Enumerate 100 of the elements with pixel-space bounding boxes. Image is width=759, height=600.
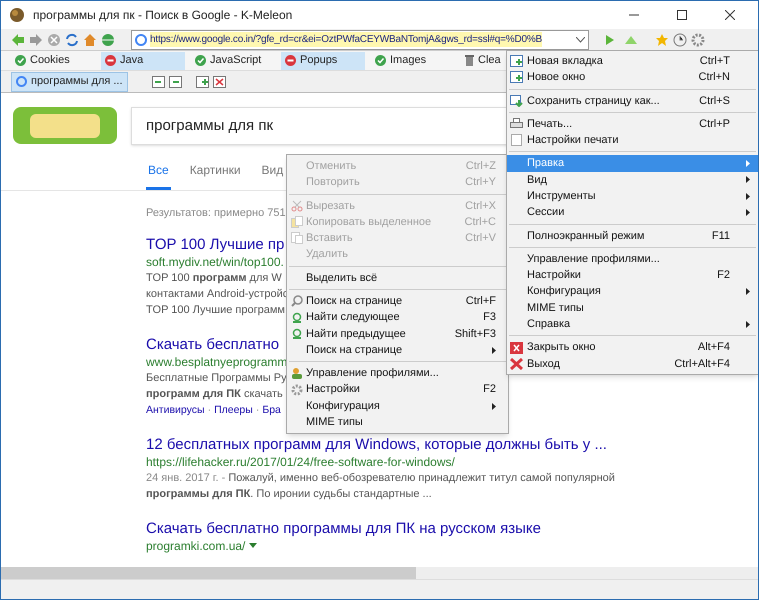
- result-snippet: программы для ПК. По иронии судьбы стандартные ...: [146, 486, 432, 502]
- chevron-down-icon[interactable]: [576, 36, 585, 42]
- result-url: programki.com.ua/: [146, 538, 246, 554]
- check-icon: [15, 55, 26, 66]
- menu-item[interactable]: Управление профилями...: [287, 365, 508, 382]
- separator-dot: ·: [208, 402, 212, 418]
- separator-dot: ·: [256, 402, 260, 418]
- menu-item[interactable]: Найти следующее F3: [287, 309, 508, 326]
- globe-icon[interactable]: [101, 32, 115, 46]
- result-url: https://lifehacker.ru/2017/01/24/free-software-for-windows/: [146, 454, 455, 470]
- permission-toggle[interactable]: Images: [371, 52, 455, 70]
- address-field[interactable]: https://www.google.co.in/?gfe_rd=cr&ei=OztPWfaCEYWBaNTomjA&gws_rd=ssl#q=%D0%B: [131, 30, 589, 50]
- page-icon: [510, 134, 523, 146]
- check-icon: [375, 55, 386, 66]
- menu-item[interactable]: Конфигурация: [507, 284, 758, 300]
- star-icon[interactable]: [655, 32, 669, 46]
- menu-item[interactable]: Настройки F2: [507, 267, 758, 284]
- check-icon: [195, 55, 206, 66]
- result-title-link[interactable]: TOP 100 Лучшие пр: [146, 236, 284, 254]
- permission-toggle[interactable]: Popups: [281, 52, 365, 70]
- paste-icon: [291, 232, 303, 244]
- search-tab[interactable]: Вид: [260, 161, 286, 190]
- settings-icon: [291, 384, 303, 396]
- find-next-icon: [291, 312, 303, 324]
- result-title-link[interactable]: Скачать бесплатно программы для ПК на русском языке: [146, 520, 541, 538]
- new-window-icon: [510, 71, 523, 84]
- menu-item[interactable]: Выделить всё: [287, 270, 508, 286]
- permission-toggle[interactable]: JavaScript: [191, 52, 275, 70]
- copy-icon: [291, 216, 303, 228]
- result-snippet: Бесплатные Программы Ру: [146, 370, 287, 386]
- browser-logo-icon: [9, 7, 25, 23]
- permission-toggle[interactable]: Java: [101, 52, 185, 70]
- close-window-icon[interactable]: [212, 76, 226, 88]
- clear-button[interactable]: Clea: [461, 52, 505, 70]
- menu-item[interactable]: MIME типы: [507, 300, 758, 316]
- home-icon[interactable]: [83, 32, 97, 46]
- search-icon: [291, 295, 303, 308]
- cross-icon: [510, 358, 523, 370]
- close-icon: [725, 10, 735, 20]
- sitelink[interactable]: Бра: [262, 402, 281, 418]
- maximize-icon: [677, 10, 687, 20]
- submenu-arrow-icon: [746, 160, 750, 168]
- permission-toggle[interactable]: Cookies: [11, 52, 95, 70]
- menu-item[interactable]: Найти предыдущее Shift+F3: [287, 326, 508, 342]
- blocked-icon: [105, 55, 116, 66]
- menu-item[interactable]: Сессии: [507, 204, 758, 221]
- sitelink[interactable]: Антивирусы: [146, 402, 205, 418]
- menu-item[interactable]: Вид: [507, 172, 758, 188]
- menu-item[interactable]: Поиск на странице Ctrl+F: [287, 293, 508, 310]
- submenu-arrow-icon: [746, 288, 750, 296]
- menu-item[interactable]: Закрыть окно Alt+F4: [507, 339, 758, 356]
- menu-item[interactable]: MIME типы: [287, 414, 508, 430]
- submenu-arrow-icon: [746, 209, 750, 216]
- blocked-icon: [285, 55, 296, 66]
- menu-item[interactable]: Выход Ctrl+Alt+F4: [507, 356, 758, 372]
- menu-item[interactable]: Новая вкладка Ctrl+T: [507, 53, 758, 70]
- search-query: программы для пк: [146, 116, 274, 136]
- search-tab[interactable]: Все: [146, 161, 171, 190]
- forward-arrow-icon[interactable]: [29, 32, 43, 46]
- result-snippet: контактами Android-устройс: [146, 286, 288, 302]
- sitelink[interactable]: Плееры: [214, 402, 253, 418]
- results-count: Результатов: примерно 751: [146, 206, 286, 221]
- scissors-icon: [291, 200, 303, 212]
- result-url: soft.mydiv.net/win/top100.: [146, 254, 284, 270]
- reload-icon[interactable]: [65, 32, 79, 46]
- browser-tab[interactable]: программы для ...: [11, 72, 128, 92]
- window-title: программы для пк - Поиск в Google - K-Meleon: [33, 7, 294, 24]
- result-title-link[interactable]: 12 бесплатных программ для Windows, которые должны быть у ...: [146, 436, 607, 454]
- back-arrow-icon[interactable]: [11, 32, 25, 46]
- find-previous-icon: [291, 328, 303, 340]
- menu-item[interactable]: Инструменты: [507, 188, 758, 204]
- result-snippet: TOP 100 Лучшие программ: [146, 302, 285, 318]
- scrollbar-thumb[interactable]: [1, 567, 416, 579]
- menu-item[interactable]: Поиск на странице: [287, 342, 508, 358]
- menu-item[interactable]: Настройки F2: [287, 382, 508, 398]
- menu-item[interactable]: Справка: [507, 316, 758, 332]
- result-url: www.besplatnyeprogramm: [146, 354, 288, 370]
- submenu-arrow-icon: [492, 402, 496, 410]
- menu-item[interactable]: Управление профилями...: [507, 250, 758, 268]
- submenu-arrow-icon: [746, 192, 750, 200]
- menu-item[interactable]: Сохранить страницу как... Ctrl+S: [507, 92, 758, 109]
- settings-icon[interactable]: [691, 32, 705, 46]
- clock-icon[interactable]: [673, 32, 687, 46]
- result-title-link[interactable]: Скачать бесплатно: [146, 336, 280, 354]
- new-window-icon[interactable]: [196, 76, 209, 88]
- submenu-arrow-icon: [746, 176, 750, 184]
- profiles-icon: [291, 367, 303, 380]
- result-snippet: программ для ПК скачать: [146, 386, 283, 402]
- play-icon[interactable]: [605, 34, 615, 46]
- new-tab-icon: [510, 55, 523, 68]
- menu-item[interactable]: Полноэкранный режим F11: [507, 228, 758, 244]
- menu-item[interactable]: Новое окно Ctrl+N: [507, 69, 758, 86]
- search-tab[interactable]: Картинки: [188, 161, 243, 190]
- submenu-arrow-icon: [746, 320, 750, 328]
- save-page-icon: [510, 94, 523, 107]
- url-text: https://www.google.co.in/?gfe_rd=cr&ei=OztPWfaCEYWBaNTomjA&gws_rd=ssl#q=%D0%B: [150, 32, 542, 47]
- stop-icon[interactable]: [47, 32, 61, 46]
- result-snippet: 24 янв. 2017 г. - Пожалуй, именно веб-обозревателю принадлежит титул самой популярной: [146, 470, 615, 486]
- close-window-icon: [510, 342, 523, 354]
- menu-item[interactable]: Конфигурация: [287, 398, 508, 414]
